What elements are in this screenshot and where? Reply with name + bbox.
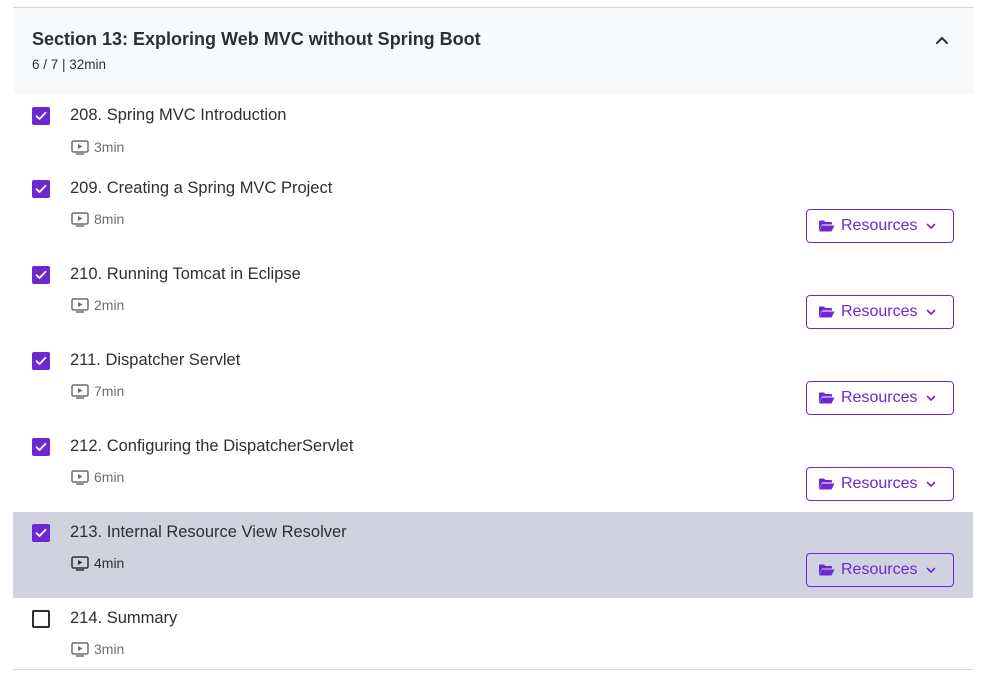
lecture-item[interactable]: 209. Creating a Spring MVC Project 8min Re… (13, 168, 973, 254)
checkmark-icon (35, 111, 47, 120)
chevron-down-icon (927, 309, 936, 315)
checkmark-icon (35, 184, 47, 193)
resources-dropdown-button[interactable]: Resources (806, 467, 954, 501)
divider (13, 669, 973, 670)
duration-label: 3min (94, 139, 125, 155)
section-title: Section 13: Exploring Web MVC without Sp… (32, 29, 481, 49)
video-icon (71, 383, 89, 399)
folder-open-icon (819, 478, 835, 490)
lecture-item[interactable]: 208. Spring MVC Introduction 3min (13, 94, 973, 168)
chevron-down-icon (927, 481, 936, 487)
duration-label: 6min (94, 469, 125, 485)
course-content-panel: Section 13: Exploring Web MVC without Sp… (0, 0, 994, 675)
lecture-list: 208. Spring MVC Introduction 3min 209. Cre… (13, 94, 973, 672)
folder-open-icon (819, 564, 835, 576)
resources-dropdown-button[interactable]: Resources (806, 209, 954, 243)
lecture-duration: 3min (71, 139, 124, 155)
resources-dropdown-button[interactable]: Resources (806, 295, 954, 329)
lecture-title: 214. Summary (70, 609, 178, 627)
duration-label: 8min (94, 211, 125, 227)
video-icon (71, 555, 89, 571)
folder-open-icon (819, 306, 835, 318)
resources-label: Resources (841, 475, 918, 492)
lecture-complete-checkbox[interactable] (32, 610, 50, 628)
lecture-complete-checkbox[interactable] (32, 107, 50, 125)
resources-label: Resources (841, 389, 918, 406)
duration-label: 7min (94, 383, 125, 399)
lecture-item[interactable]: 213. Internal Resource View Resolver 4min… (13, 512, 973, 598)
lecture-item[interactable]: 212. Configuring the DispatcherServlet 6m… (13, 426, 973, 512)
lecture-title: 213. Internal Resource View Resolver (70, 523, 347, 541)
lecture-title: 210. Running Tomcat in Eclipse (70, 265, 301, 283)
lecture-title: 211. Dispatcher Servlet (70, 351, 241, 369)
section-header[interactable]: Section 13: Exploring Web MVC without Sp… (13, 8, 973, 94)
lecture-title: 212. Configuring the DispatcherServlet (70, 437, 354, 455)
lecture-duration: 7min (71, 383, 124, 399)
lecture-duration: 3min (71, 641, 124, 657)
video-icon (71, 139, 89, 155)
duration-label: 2min (94, 297, 125, 313)
lecture-title: 209. Creating a Spring MVC Project (70, 179, 333, 197)
duration-label: 4min (94, 555, 125, 571)
lecture-complete-checkbox[interactable] (32, 180, 50, 198)
lecture-item[interactable]: 214. Summary 3min (13, 598, 973, 672)
duration-label: 3min (94, 641, 125, 657)
section-progress: 6 / 7 | 32min (32, 57, 107, 72)
lecture-complete-checkbox[interactable] (32, 438, 50, 456)
lecture-complete-checkbox[interactable] (32, 352, 50, 370)
chevron-down-icon (927, 395, 936, 401)
folder-open-icon (819, 392, 835, 404)
checkmark-icon (35, 356, 47, 365)
video-icon (71, 297, 89, 313)
video-icon (71, 641, 89, 657)
chevron-up-icon (936, 37, 948, 44)
lecture-duration: 8min (71, 211, 124, 227)
chevron-down-icon (927, 223, 936, 229)
checkmark-icon (35, 442, 47, 451)
resources-dropdown-button[interactable]: Resources (806, 553, 954, 587)
lecture-duration: 4min (71, 555, 124, 571)
collapse-section-button[interactable] (928, 28, 956, 52)
lecture-duration: 6min (71, 469, 124, 485)
resources-label: Resources (841, 303, 918, 320)
resources-label: Resources (841, 217, 918, 234)
lecture-duration: 2min (71, 297, 124, 313)
lecture-item[interactable]: 210. Running Tomcat in Eclipse 2min Resour… (13, 254, 973, 340)
video-icon (71, 469, 89, 485)
checkmark-icon (35, 528, 47, 537)
lecture-complete-checkbox[interactable] (32, 266, 50, 284)
checkmark-icon (35, 270, 47, 279)
resources-label: Resources (841, 561, 918, 578)
chevron-down-icon (927, 567, 936, 573)
video-icon (71, 211, 89, 227)
lecture-item[interactable]: 211. Dispatcher Servlet 7min Resources (13, 340, 973, 426)
lecture-complete-checkbox[interactable] (32, 524, 50, 542)
folder-open-icon (819, 220, 835, 232)
resources-dropdown-button[interactable]: Resources (806, 381, 954, 415)
lecture-title: 208. Spring MVC Introduction (70, 106, 287, 124)
